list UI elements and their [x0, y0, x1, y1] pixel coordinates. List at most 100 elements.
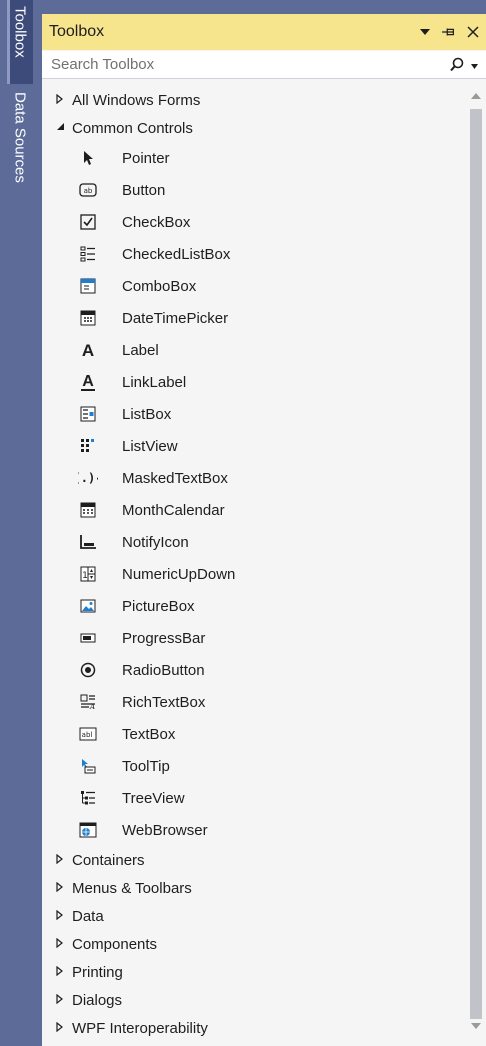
tool-label: LinkLabel [122, 373, 187, 391]
tool-item-numericupdown[interactable]: 1 NumericUpDown [42, 558, 462, 590]
scrollbar-thumb[interactable] [470, 109, 482, 1019]
window-position-dropdown-icon[interactable] [418, 22, 432, 42]
side-tab-toolbox[interactable]: Toolbox [7, 0, 33, 84]
tool-item-label[interactable]: A Label [42, 334, 462, 366]
toolbox-panel: Toolbox All Windows Forms C [42, 14, 486, 1046]
scroll-up-arrow-icon[interactable] [471, 93, 481, 99]
tree-view-icon [78, 788, 98, 808]
date-time-picker-icon [78, 308, 98, 328]
search-input[interactable] [49, 55, 433, 74]
web-browser-icon [78, 820, 98, 840]
category-data[interactable]: Data [42, 902, 462, 930]
collapsed-arrow-icon [56, 965, 66, 979]
rich-text-box-icon: A [78, 692, 98, 712]
category-containers[interactable]: Containers [42, 846, 462, 874]
tool-item-button[interactable]: ab Button [42, 174, 462, 206]
tool-item-treeview[interactable]: TreeView [42, 782, 462, 814]
tooltip-icon [78, 756, 98, 776]
tool-item-listbox[interactable]: ListBox [42, 398, 462, 430]
tool-label: PictureBox [122, 597, 195, 615]
tool-item-richtextbox[interactable]: A RichTextBox [42, 686, 462, 718]
tool-item-datetimepicker[interactable]: DateTimePicker [42, 302, 462, 334]
active-tab-indicator [7, 0, 10, 84]
tool-item-checkedlistbox[interactable]: CheckedListBox [42, 238, 462, 270]
tool-label: TextBox [122, 725, 176, 743]
close-icon[interactable] [466, 22, 480, 42]
tool-item-maskedtextbox[interactable]: (.)- MaskedTextBox [42, 462, 462, 494]
svg-text:A: A [82, 341, 94, 359]
tool-item-progressbar[interactable]: ProgressBar [42, 622, 462, 654]
category-wpf-interoperability[interactable]: WPF Interoperability [42, 1014, 462, 1042]
list-view-icon [78, 436, 98, 456]
tool-label: RadioButton [122, 661, 205, 679]
tool-label: RichTextBox [122, 693, 206, 711]
tool-label: ComboBox [122, 277, 197, 295]
tool-item-tooltip[interactable]: ToolTip [42, 750, 462, 782]
svg-text:(.)-: (.)- [78, 471, 98, 485]
search-icon[interactable] [450, 57, 464, 77]
button-icon: ab [78, 180, 98, 200]
search-options-dropdown-icon[interactable] [471, 61, 478, 71]
tool-label: MaskedTextBox [122, 469, 228, 487]
tool-item-listview[interactable]: ListView [42, 430, 462, 462]
tool-item-radiobutton[interactable]: RadioButton [42, 654, 462, 686]
tool-label: WebBrowser [122, 821, 208, 839]
panel-title-bar: Toolbox [42, 14, 486, 50]
collapsed-arrow-icon [56, 881, 66, 895]
month-calendar-icon [78, 500, 98, 520]
side-tab-data-sources[interactable]: Data Sources [7, 84, 33, 196]
text-box-icon: abl [78, 724, 98, 744]
category-label: Containers [72, 851, 145, 869]
tool-item-textbox[interactable]: abl TextBox [42, 718, 462, 750]
category-common-controls[interactable]: Common Controls [42, 114, 462, 142]
tool-item-notifyicon[interactable]: NotifyIcon [42, 526, 462, 558]
svg-text:A: A [82, 373, 94, 390]
numeric-up-down-icon: 1 [78, 564, 98, 584]
link-label-icon: A [78, 372, 98, 392]
category-label: Printing [72, 963, 123, 981]
side-tab-label: Data Sources [11, 92, 29, 183]
category-label: Menus & Toolbars [72, 879, 192, 897]
svg-text:1: 1 [82, 571, 88, 581]
tool-label: ProgressBar [122, 629, 206, 647]
category-label: Components [72, 935, 158, 953]
category-components[interactable]: Components [42, 930, 462, 958]
tool-label: Label [122, 341, 159, 359]
tool-label: ListBox [122, 405, 172, 423]
vertical-scrollbar[interactable] [466, 87, 486, 1035]
list-box-icon [78, 404, 98, 424]
combo-box-icon [78, 276, 98, 296]
tool-label: NumericUpDown [122, 565, 236, 583]
pin-icon[interactable] [442, 22, 456, 42]
scroll-down-arrow-icon[interactable] [471, 1023, 481, 1029]
tool-label: Button [122, 181, 166, 199]
tool-label: NotifyIcon [122, 533, 189, 551]
tool-label: MonthCalendar [122, 501, 225, 519]
panel-title: Toolbox [49, 23, 105, 40]
svg-text:ab: ab [84, 187, 93, 195]
tool-item-monthcalendar[interactable]: MonthCalendar [42, 494, 462, 526]
label-icon: A [78, 340, 98, 360]
category-dialogs[interactable]: Dialogs [42, 986, 462, 1014]
picture-box-icon [78, 596, 98, 616]
tool-item-checkbox[interactable]: CheckBox [42, 206, 462, 238]
svg-text:A: A [89, 703, 95, 710]
category-label: Common Controls [72, 119, 193, 137]
category-label: Data [72, 907, 104, 925]
tool-label: DateTimePicker [122, 309, 229, 327]
tool-label: ToolTip [122, 757, 170, 775]
tool-item-linklabel[interactable]: A LinkLabel [42, 366, 462, 398]
category-label: All Windows Forms [72, 91, 201, 109]
category-all-windows-forms[interactable]: All Windows Forms [42, 86, 462, 114]
tool-item-pointer[interactable]: Pointer [42, 142, 462, 174]
notify-icon-icon [78, 532, 98, 552]
tool-item-webbrowser[interactable]: WebBrowser [42, 814, 462, 846]
side-tab-label: Toolbox [11, 6, 29, 58]
side-tab-strip: Toolbox Data Sources [0, 0, 34, 1046]
tool-label: CheckBox [122, 213, 191, 231]
tool-item-picturebox[interactable]: PictureBox [42, 590, 462, 622]
tool-item-combobox[interactable]: ComboBox [42, 270, 462, 302]
collapsed-arrow-icon [56, 93, 66, 107]
category-printing[interactable]: Printing [42, 958, 462, 986]
category-menus-toolbars[interactable]: Menus & Toolbars [42, 874, 462, 902]
